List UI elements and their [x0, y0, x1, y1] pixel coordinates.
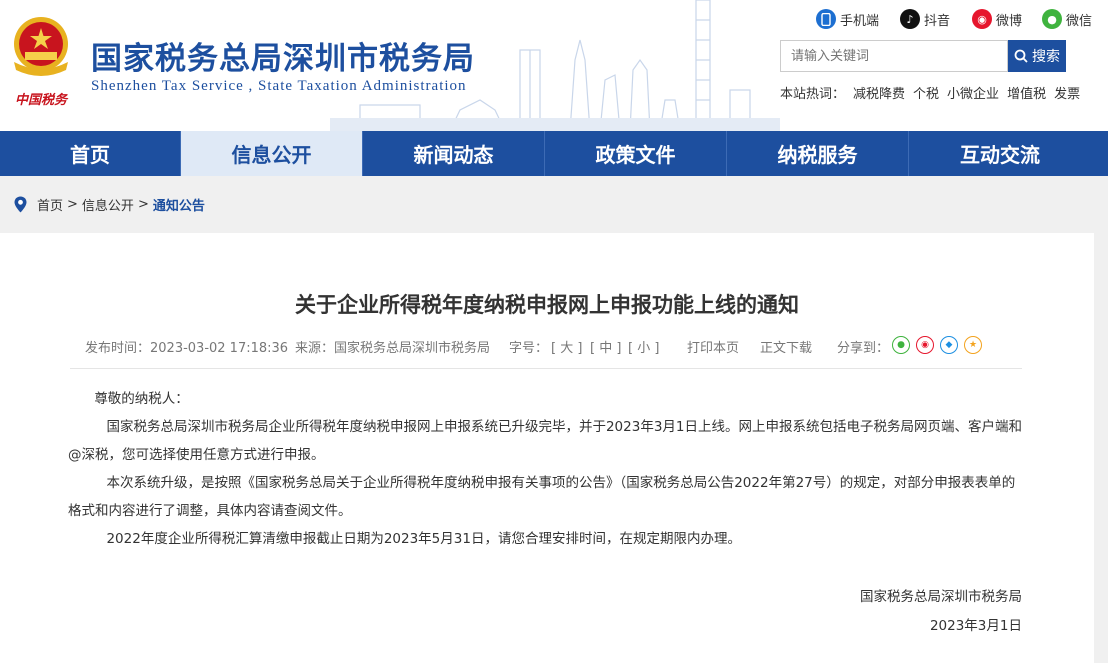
weibo-link[interactable]: ◉ 微博	[972, 8, 1022, 30]
article-panel: 关于企业所得税年度纳税申报网上申报功能上线的通知 发布时间：2023-03-02…	[0, 233, 1094, 663]
font-size-large[interactable]: [ 大 ]	[551, 337, 582, 356]
nav-info-disclosure[interactable]: 信息公开	[181, 131, 363, 176]
search-icon	[1014, 49, 1028, 63]
site-title: 国家税务总局深圳市税务局	[91, 41, 475, 77]
breadcrumb-info-disclosure[interactable]: 信息公开	[82, 195, 134, 214]
nav-policy-documents[interactable]: 政策文件	[545, 131, 727, 176]
main-nav: 首页 信息公开 新闻动态 政策文件 纳税服务 互动交流	[0, 131, 1108, 176]
share-label: 分享到：	[837, 341, 890, 356]
wechat-label: 微信	[1066, 13, 1093, 29]
font-size-medium[interactable]: [ 中 ]	[590, 337, 621, 356]
douyin-icon: ♪	[900, 9, 920, 29]
wechat-icon: ●	[1042, 9, 1062, 29]
site-subtitle: Shenzhen Tax Service , State Taxation Ad…	[91, 78, 467, 94]
qq-share-icon[interactable]: ◆	[940, 336, 958, 354]
meta-divider	[70, 368, 1022, 369]
font-size-small[interactable]: [ 小 ]	[628, 337, 659, 356]
article-source: 来源：国家税务总局深圳市税务局	[295, 341, 491, 356]
weibo-share-icon[interactable]: ◉	[916, 336, 934, 354]
breadcrumb-separator: >	[67, 197, 78, 212]
greeting: 尊敬的纳税人：	[94, 391, 189, 407]
douyin-link[interactable]: ♪ 抖音	[900, 8, 950, 30]
search-button[interactable]: 搜索	[1008, 40, 1066, 72]
breadcrumb-separator: >	[137, 197, 149, 212]
mobile-label: 手机端	[840, 13, 880, 29]
print-link[interactable]: 打印本页	[687, 337, 739, 356]
hot-keyword[interactable]: 个税	[913, 83, 939, 102]
mobile-link[interactable]: 手机端	[816, 8, 879, 30]
publish-time: 发布时间：2023-03-02 17:18:36	[85, 341, 289, 356]
article-title: 关于企业所得税年度纳税申报网上申报功能上线的通知	[295, 293, 799, 317]
search-button-label: 搜索	[1032, 49, 1060, 65]
nav-tax-services[interactable]: 纳税服务	[727, 131, 909, 176]
search-input[interactable]	[780, 40, 1008, 72]
douyin-label: 抖音	[924, 13, 951, 29]
site-header: 中国税务 国家税务总局深圳市税务局 Shenzhen Tax Service ,…	[0, 0, 1108, 131]
location-pin-icon	[14, 196, 27, 213]
qzone-share-icon[interactable]: ★	[964, 336, 982, 354]
breadcrumb: 首页 > 信息公开 > 通知公告	[14, 195, 205, 214]
hot-keywords: 本站热词： 减税降费 个税 小微企业 增值税 发票	[780, 83, 1080, 102]
font-size-label: 字号：	[509, 341, 549, 356]
wechat-link[interactable]: ● 微信	[1042, 8, 1092, 30]
tax-emblem-logo: 中国税务	[14, 17, 69, 108]
weibo-label: 微博	[996, 13, 1023, 29]
signature-date: 2023年3月1日	[929, 618, 1022, 634]
mobile-icon	[816, 9, 836, 29]
article-paragraph: 本次系统升级，是按照《国家税务总局关于企业所得税年度纳税申报有关事项的公告》（国…	[68, 475, 1016, 519]
hot-keyword[interactable]: 减税降费	[853, 83, 905, 102]
svg-text:中国税务: 中国税务	[15, 92, 69, 108]
signature: 国家税务总局深圳市税务局	[860, 589, 1022, 605]
weibo-icon: ◉	[972, 9, 992, 29]
download-link[interactable]: 正文下载	[760, 337, 812, 356]
nav-home[interactable]: 首页	[0, 131, 181, 176]
breadcrumb-home[interactable]: 首页	[37, 195, 63, 214]
nav-interaction[interactable]: 互动交流	[909, 131, 1091, 176]
hot-keyword[interactable]: 增值税	[1007, 83, 1046, 102]
hot-keyword[interactable]: 小微企业	[947, 83, 999, 102]
hot-keyword[interactable]: 发票	[1054, 83, 1080, 102]
wechat-share-icon[interactable]: ●	[892, 336, 910, 354]
hot-keywords-label: 本站热词：	[780, 87, 846, 102]
article-paragraph: 2022年度企业所得税汇算清缴申报截止日期为2023年5月31日，请您合理安排时…	[106, 531, 741, 547]
nav-news[interactable]: 新闻动态	[363, 131, 545, 176]
breadcrumb-current[interactable]: 通知公告	[153, 195, 205, 214]
article-body: 尊敬的纳税人： 国家税务总局深圳市税务局企业所得税年度纳税申报网上申报系统已升级…	[68, 385, 1023, 553]
article-paragraph: 国家税务总局深圳市税务局企业所得税年度纳税申报网上申报系统已升级完毕，并于202…	[68, 419, 1023, 463]
